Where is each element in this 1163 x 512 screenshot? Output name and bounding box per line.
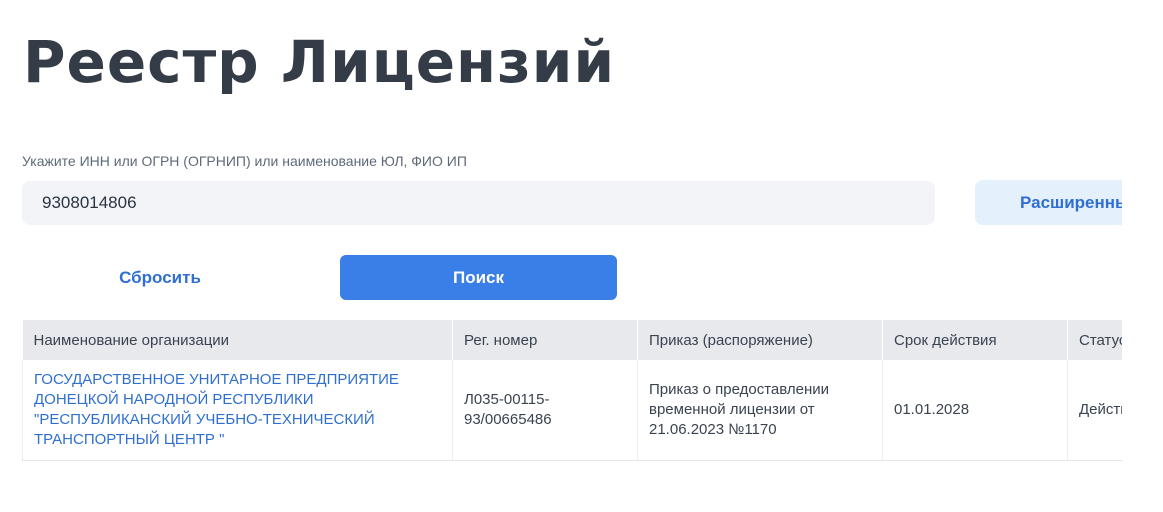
search-input[interactable] <box>22 181 935 225</box>
reset-button[interactable]: Сбросить <box>95 259 225 297</box>
organization-cell: ГОСУДАРСТВЕННОЕ УНИТАРНОЕ ПРЕДПРИЯТИЕ ДО… <box>22 360 453 461</box>
column-header-validity[interactable]: Срок действия <box>882 320 1068 360</box>
column-header-order[interactable]: Приказ (распоряжение) <box>637 320 883 360</box>
results-table: Наименование организации Рег. номер Прик… <box>22 320 1153 461</box>
table-row[interactable]: ГОСУДАРСТВЕННОЕ УНИТАРНОЕ ПРЕДПРИЯТИЕ ДО… <box>22 360 1153 461</box>
search-button[interactable]: Поиск <box>340 255 617 300</box>
order-cell: Приказ о предоставлении временной лиценз… <box>637 360 883 461</box>
column-header-organization[interactable]: Наименование организации <box>22 320 453 360</box>
column-header-reg-number[interactable]: Рег. номер <box>452 320 638 360</box>
page-title: Реестр Лицензий <box>23 28 616 96</box>
search-label: Укажите ИНН или ОГРН (ОГРНИП) или наимен… <box>22 153 467 169</box>
organization-link[interactable]: ГОСУДАРСТВЕННОЕ УНИТАРНОЕ ПРЕДПРИЯТИЕ ДО… <box>34 371 399 448</box>
viewport-edge <box>1122 0 1163 512</box>
table-header-row: Наименование организации Рег. номер Прик… <box>22 320 1153 360</box>
reg-number-cell: Л035-00115-93/00665486 <box>452 360 638 461</box>
advanced-search-button[interactable]: Расширенный поиск <box>975 180 1145 225</box>
validity-cell: 01.01.2028 <box>882 360 1068 461</box>
